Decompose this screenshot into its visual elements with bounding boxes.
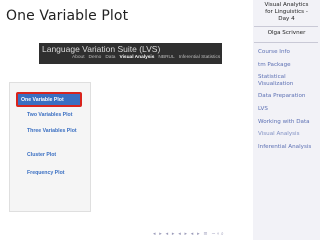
nav-item-demo[interactable]: Demo bbox=[89, 55, 102, 60]
presentation-sidebar: Visual Analytics for Linguistics - Day 4… bbox=[253, 0, 320, 240]
divider bbox=[254, 42, 318, 43]
frequency-plot-link[interactable]: Frequency Plot bbox=[27, 169, 93, 178]
presentation-title-line: Visual Analytics bbox=[264, 2, 309, 8]
author-name: Olga Scrivner bbox=[267, 30, 306, 36]
nav-spacer bbox=[42, 55, 68, 60]
toc-item-inferential-analysis[interactable]: Inferential Analysis bbox=[258, 144, 318, 151]
table-of-contents: Course Info tm Package Statistical Visua… bbox=[258, 49, 318, 156]
toc-item-course-info[interactable]: Course Info bbox=[258, 49, 318, 56]
beamer-navigation-controls[interactable]: ◂ ▸ ◂ ▸ ◂ ▸ ◂ ▸ ≡ ∽∘⌕ bbox=[153, 231, 225, 237]
nav-item-nbrul[interactable]: NBRUL bbox=[158, 55, 174, 60]
one-variable-plot-button[interactable]: One Variable Plot bbox=[16, 92, 82, 107]
toc-item-tm-package[interactable]: tm Package bbox=[258, 62, 318, 69]
nav-item-about[interactable]: About bbox=[72, 55, 85, 60]
cluster-plot-link[interactable]: Cluster Plot bbox=[27, 151, 93, 160]
app-navbar: Language Variation Suite (LVS) About Dem… bbox=[39, 43, 222, 64]
presentation-title-line: for Linguistics - bbox=[265, 9, 308, 15]
toc-item-statistical-visualization[interactable]: Statistical Visualization bbox=[258, 74, 318, 87]
three-variables-plot-link[interactable]: Three Variables Plot bbox=[27, 127, 79, 136]
app-nav-menu: About Demo Data Visual Analysis NBRUL In… bbox=[42, 55, 222, 60]
toc-item-lvs[interactable]: LVS bbox=[258, 106, 318, 113]
divider bbox=[254, 26, 318, 27]
app-brand[interactable]: Language Variation Suite (LVS) bbox=[42, 44, 160, 54]
toc-item-visual-analysis[interactable]: Visual Analysis bbox=[258, 131, 318, 138]
app-plot-menu: One Variable Plot Two Variables Plot Thr… bbox=[9, 82, 91, 212]
presentation-title: Visual Analytics for Linguistics - Day 4 bbox=[253, 2, 320, 23]
toc-item-data-preparation[interactable]: Data Preparation bbox=[258, 93, 318, 100]
nav-item-inferential-statistics[interactable]: Inferential Statistics bbox=[179, 55, 221, 60]
two-variables-plot-link[interactable]: Two Variables Plot bbox=[27, 111, 93, 120]
presentation-title-line: Day 4 bbox=[278, 16, 295, 22]
nav-item-data[interactable]: Data bbox=[105, 55, 115, 60]
nav-item-visual-analysis[interactable]: Visual Analysis bbox=[119, 55, 154, 60]
slide-title: One Variable Plot bbox=[6, 8, 129, 24]
toc-item-working-with-data[interactable]: Working with Data bbox=[258, 119, 318, 126]
